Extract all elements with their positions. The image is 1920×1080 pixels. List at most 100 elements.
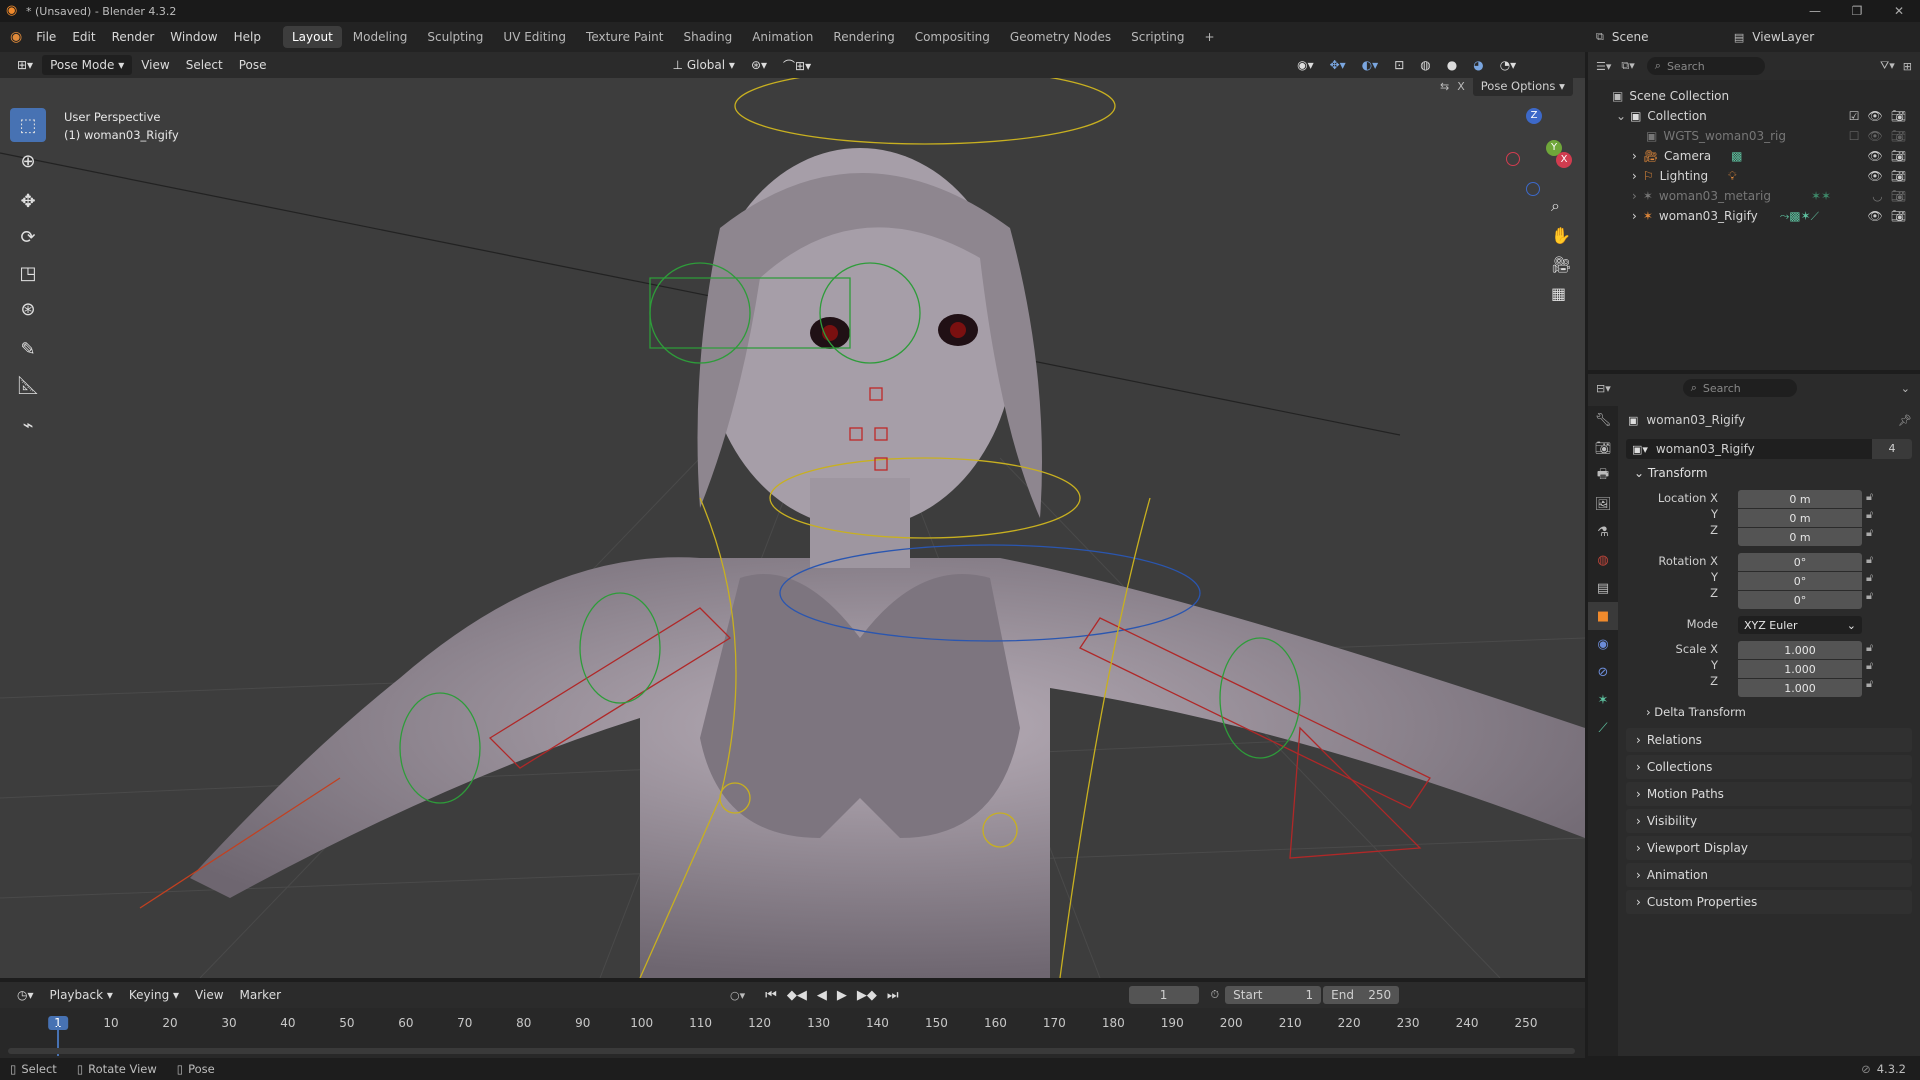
next-keyframe-icon[interactable]: ▶◆ [857, 988, 877, 1003]
pose-x-icon[interactable]: X [1457, 80, 1465, 93]
lock-icon[interactable]: 🔓︎ [1866, 571, 1873, 585]
tab-output-icon[interactable]: 🖶︎ [1588, 462, 1618, 490]
tab-shading[interactable]: Shading [674, 26, 741, 48]
scene-collection-row[interactable]: ▣ Scene Collection [1588, 86, 1920, 106]
rotate-tool-icon[interactable]: ⟳ [10, 220, 46, 254]
panel-relations[interactable]: › Relations [1626, 728, 1912, 752]
rotation-z-field[interactable]: 0° [1738, 591, 1862, 609]
chevron-right-icon[interactable]: › [1632, 189, 1637, 203]
shading-solid-icon[interactable]: ● [1440, 55, 1464, 75]
panel-viewport-display[interactable]: › Viewport Display [1626, 836, 1912, 860]
lock-icon[interactable]: 🔓︎ [1866, 526, 1873, 540]
transform-tool-icon[interactable]: ⊛ [10, 292, 46, 326]
chevron-right-icon[interactable]: › [1632, 169, 1637, 183]
minimize-icon[interactable]: — [1794, 0, 1836, 22]
checkbox-icon[interactable]: ☑ [1849, 109, 1860, 123]
snap-icon[interactable]: ⌒⊞▾ [776, 54, 818, 77]
pin-icon[interactable]: 📌︎ [1898, 414, 1912, 427]
camera-render-icon[interactable]: 📷︎ [1891, 149, 1906, 163]
play-icon[interactable]: ▶ [837, 988, 847, 1003]
marker-menu[interactable]: Marker [233, 985, 288, 1005]
navigation-gizmo[interactable]: Z Y X [1490, 108, 1572, 196]
mode-dropdown[interactable]: Pose Mode ▾ [42, 55, 133, 75]
menu-help[interactable]: Help [226, 30, 269, 44]
lock-icon[interactable]: 🔓︎ [1866, 490, 1873, 504]
menu-render[interactable]: Render [104, 30, 163, 44]
blender-menu-icon[interactable]: ◉ [10, 29, 22, 45]
select-box-tool-icon[interactable]: ⬚ [10, 108, 46, 142]
tab-view-layer-icon[interactable]: 🖼︎ [1588, 490, 1618, 518]
transform-panel-header[interactable]: ⌄ Transform [1634, 466, 1708, 480]
collection-row[interactable]: ⌄ ▣ Collection ☑ 👁︎ 📷︎ [1588, 106, 1920, 126]
outliner-editor-icon[interactable]: ☰▾ [1596, 60, 1611, 73]
shading-material-icon[interactable]: ◕ [1466, 55, 1490, 75]
tab-armature-data-icon[interactable]: ✶ [1588, 686, 1618, 714]
rotation-y-field[interactable]: 0° [1738, 572, 1862, 590]
character-mesh[interactable] [190, 148, 1585, 978]
record-icon[interactable]: ○▾ [730, 989, 745, 1002]
tab-object-icon[interactable]: ■ [1588, 602, 1618, 630]
location-y-field[interactable]: 0 m [1738, 509, 1862, 527]
panel-animation[interactable]: › Animation [1626, 863, 1912, 887]
tab-physics-icon[interactable]: ◉ [1588, 630, 1618, 658]
cursor-tool-icon[interactable]: ⊕ [10, 144, 46, 178]
play-reverse-icon[interactable]: ◀ [817, 988, 827, 1003]
lock-icon[interactable]: 🔓︎ [1866, 659, 1873, 673]
shading-wire-icon[interactable]: ◍ [1413, 55, 1437, 75]
prev-keyframe-icon[interactable]: ◆◀ [787, 988, 807, 1003]
checkbox-icon[interactable]: ☐ [1849, 129, 1860, 143]
close-icon[interactable]: ✕ [1878, 0, 1920, 22]
tab-bone-icon[interactable]: ⟋ [1588, 714, 1618, 742]
pose-options-dropdown[interactable]: Pose Options ▾ [1472, 78, 1573, 96]
datablock-selector[interactable]: ▣▾ woman03_Rigify 4 [1626, 439, 1912, 459]
menu-window[interactable]: Window [162, 30, 225, 44]
maximize-icon[interactable]: ❐ [1836, 0, 1878, 22]
scale-x-field[interactable]: 1.000 [1738, 641, 1862, 659]
tab-scene-icon[interactable]: ⚗︎ [1588, 518, 1618, 546]
pivot-icon[interactable]: ⊛▾ [744, 55, 774, 75]
3d-viewport[interactable]: User Perspective (1) woman03_Rigify ⇆ X … [0, 78, 1585, 978]
jump-start-icon[interactable]: ⏮ [765, 988, 777, 1003]
tab-sculpting[interactable]: Sculpting [418, 26, 492, 48]
tab-animation[interactable]: Animation [743, 26, 822, 48]
timeline-view-menu[interactable]: View [188, 985, 230, 1005]
outliner-item-rigify[interactable]: › ✶ woman03_Rigify ⤳▩✶⟋ 👁︎ 📷︎ [1588, 206, 1920, 226]
end-frame-field[interactable]: End 250 [1323, 986, 1400, 1004]
gizmo-neg-x[interactable] [1506, 152, 1520, 166]
panel-visibility[interactable]: › Visibility [1626, 809, 1912, 833]
jump-end-icon[interactable]: ⏭ [887, 988, 899, 1003]
tab-constraints-icon[interactable]: ⊘ [1588, 658, 1618, 686]
chevron-down-icon[interactable]: ⌄ [1616, 109, 1626, 123]
view-menu[interactable]: View [134, 55, 176, 75]
outliner-item-camera[interactable]: › 🎥︎ Camera ▩ 👁︎ 📷︎ [1588, 146, 1920, 166]
eye-icon[interactable]: 👁︎ [1868, 109, 1883, 123]
tab-scripting[interactable]: Scripting [1122, 26, 1193, 48]
panel-collections[interactable]: › Collections [1626, 755, 1912, 779]
gizmo-neg-z[interactable] [1526, 182, 1540, 196]
orientation-dropdown[interactable]: ⊥ Global ▾ [666, 55, 742, 75]
lock-icon[interactable]: 🔓︎ [1866, 508, 1873, 522]
gizmo-axis-x[interactable]: X [1556, 152, 1572, 168]
delta-transform-subpanel[interactable]: › Delta Transform [1646, 705, 1746, 719]
chevron-down-icon[interactable]: ⌄ [1901, 382, 1910, 395]
eye-icon[interactable]: 👁︎ [1868, 209, 1883, 223]
zoom-icon[interactable]: ⌕ [1551, 196, 1571, 216]
add-workspace-button[interactable]: + [1196, 26, 1224, 48]
eye-icon[interactable]: 👁︎ [1868, 129, 1883, 143]
properties-editor-icon[interactable]: ⊟▾ [1596, 382, 1611, 395]
tab-render-icon[interactable]: 📷︎ [1588, 434, 1618, 462]
pose-menu[interactable]: Pose [232, 55, 274, 75]
tab-rendering[interactable]: Rendering [824, 26, 903, 48]
scale-z-field[interactable]: 1.000 [1738, 679, 1862, 697]
gizmo-icon[interactable]: ✥▾ [1323, 55, 1353, 75]
bone-tool-icon[interactable]: ⌁ [10, 408, 46, 442]
keying-menu[interactable]: Keying ▾ [122, 985, 186, 1005]
timeline-editor-icon[interactable]: ◷▾ [10, 985, 41, 1005]
camera-render-icon[interactable]: 📷︎ [1891, 109, 1906, 123]
select-menu[interactable]: Select [179, 55, 230, 75]
frame-ruler[interactable]: 1 10 20 30 40 50 60 70 80 90 100 110 120 130 140 150 160… [0, 1008, 1585, 1032]
visibility-icon[interactable]: ◉▾ [1290, 55, 1321, 75]
camera-render-icon[interactable]: 📷︎ [1891, 129, 1906, 143]
xray-icon[interactable]: ⊡ [1387, 55, 1411, 75]
tab-uv-editing[interactable]: UV Editing [494, 26, 575, 48]
